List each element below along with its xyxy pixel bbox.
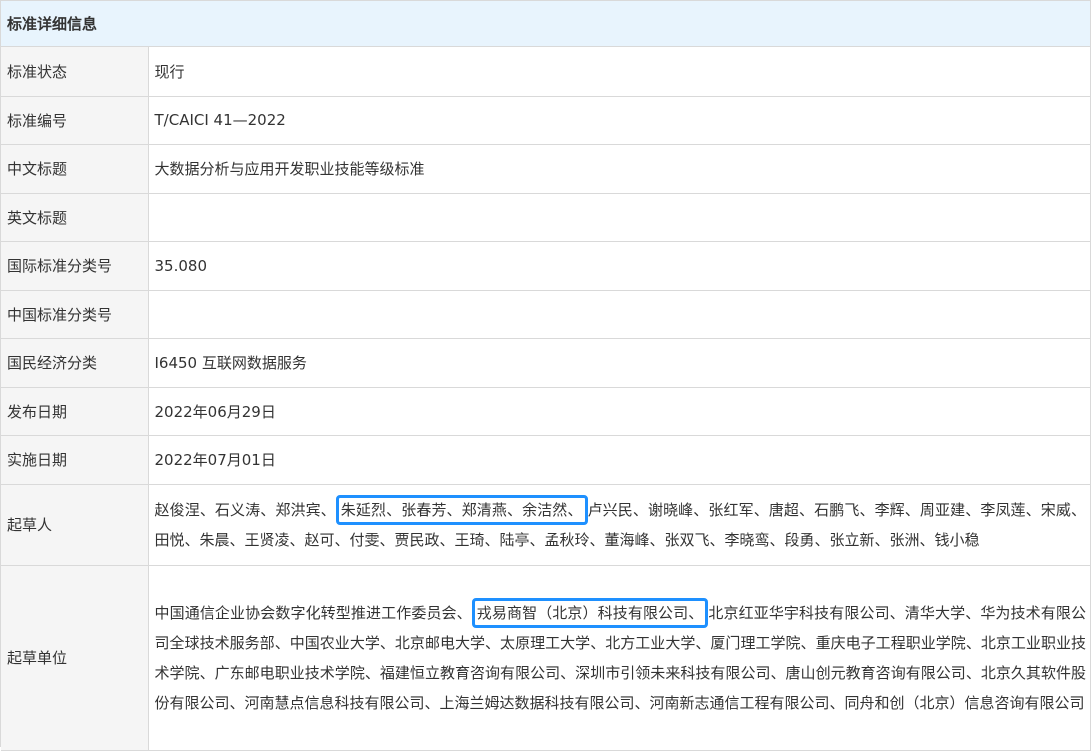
label-ccs-number: 中国标准分类号 [1, 290, 149, 339]
row-implement-date: 实施日期 2022年07月01日 [1, 435, 1091, 485]
value-publish-date: 2022年06月29日 [148, 387, 1091, 436]
panel-header: 标准详细信息 [1, 1, 1091, 47]
standard-detail-panel: 标准详细信息 标准状态 现行 标准编号 T/CAICI 41—2022 中文标题… [0, 0, 1091, 751]
value-drafting-units: 中国通信企业协会数字化转型推进工作委员会、 戎易商智（北京）科技有限公司、 北京红亚… [148, 565, 1091, 751]
label-chinese-title: 中文标题 [1, 144, 149, 194]
standard-info-table: 标准状态 现行 标准编号 T/CAICI 41—2022 中文标题 大数据分析与… [1, 47, 1091, 751]
value-chinese-title: 大数据分析与应用开发职业技能等级标准 [148, 144, 1091, 194]
row-english-title: 英文标题 [1, 193, 1091, 242]
row-chinese-title: 中文标题 大数据分析与应用开发职业技能等级标准 [1, 144, 1091, 194]
units-highlight-box: 戎易商智（北京）科技有限公司、 [471, 597, 709, 628]
value-implement-date: 2022年07月01日 [148, 435, 1091, 485]
drafters-highlight-box: 朱延烈、张春芳、郑清燕、余洁然、 [335, 494, 588, 525]
panel-title: 标准详细信息 [7, 15, 98, 33]
value-drafters: 赵俊涅、石义涛、郑洪宾、 朱延烈、张春芳、郑清燕、余洁然、 卢兴民、谢晓峰、张红军、… [148, 484, 1091, 566]
value-ccs-number [148, 290, 1091, 339]
row-drafters: 起草人 赵俊涅、石义涛、郑洪宾、 朱延烈、张春芳、郑清燕、余洁然、 卢兴民、谢晓峰、… [1, 484, 1091, 566]
label-economic-classification: 国民经济分类 [1, 338, 149, 388]
label-publish-date: 发布日期 [1, 387, 149, 436]
label-status: 标准状态 [1, 47, 149, 97]
value-ics-number: 35.080 [148, 241, 1091, 291]
label-drafters: 起草人 [1, 484, 149, 566]
value-economic-classification: I6450 互联网数据服务 [148, 338, 1091, 388]
label-standard-number: 标准编号 [1, 96, 149, 145]
value-status: 现行 [148, 47, 1091, 97]
drafters-text-before: 赵俊涅、石义涛、郑洪宾、 [154, 500, 336, 519]
label-english-title: 英文标题 [1, 193, 149, 242]
label-ics-number: 国际标准分类号 [1, 241, 149, 291]
label-implement-date: 实施日期 [1, 435, 149, 485]
value-english-title [148, 193, 1091, 242]
row-drafting-units: 起草单位 中国通信企业协会数字化转型推进工作委员会、 戎易商智（北京）科技有限公司… [1, 565, 1091, 751]
row-standard-number: 标准编号 T/CAICI 41—2022 [1, 96, 1091, 145]
row-economic-classification: 国民经济分类 I6450 互联网数据服务 [1, 338, 1091, 388]
label-drafting-units: 起草单位 [1, 565, 149, 751]
units-text-before: 中国通信企业协会数字化转型推进工作委员会、 [154, 603, 472, 622]
row-publish-date: 发布日期 2022年06月29日 [1, 387, 1091, 436]
value-standard-number: T/CAICI 41—2022 [148, 96, 1091, 145]
row-status: 标准状态 现行 [1, 47, 1091, 97]
row-ccs-number: 中国标准分类号 [1, 290, 1091, 339]
row-ics-number: 国际标准分类号 35.080 [1, 241, 1091, 291]
